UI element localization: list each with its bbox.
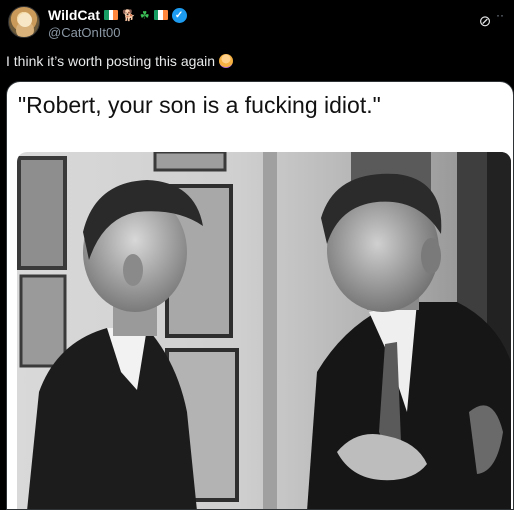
avatar[interactable]: [8, 6, 40, 38]
dog-icon: 🐕: [121, 9, 136, 22]
handle[interactable]: @CatOnIt00: [48, 25, 120, 40]
display-name[interactable]: WildCat: [48, 7, 100, 23]
tweet-header: WildCat 🐕 ☘ ✓ @CatOnIt00 ⊘ ··: [8, 6, 508, 42]
person-shrugging-emoji-icon: [219, 54, 234, 68]
shamrock-icon: ☘: [139, 9, 150, 22]
media-caption: "Robert, your son is a fucking idiot.": [18, 92, 381, 118]
post-text-body: I think it’s worth posting this again: [6, 53, 216, 69]
more-options-icon[interactable]: ··: [496, 8, 508, 22]
black-and-white-photo[interactable]: [17, 152, 511, 509]
media-card[interactable]: "Robert, your son is a fucking idiot.": [6, 81, 514, 510]
verified-badge-icon: ✓: [171, 7, 187, 23]
ireland-flag-icon: [153, 10, 168, 20]
grok-icon[interactable]: ⊘: [476, 12, 494, 30]
photo-illustration: [17, 152, 511, 509]
name-row: WildCat 🐕 ☘ ✓: [48, 7, 187, 23]
post-text: I think it’s worth posting this again: [6, 53, 234, 69]
ireland-flag-icon: [103, 10, 118, 20]
